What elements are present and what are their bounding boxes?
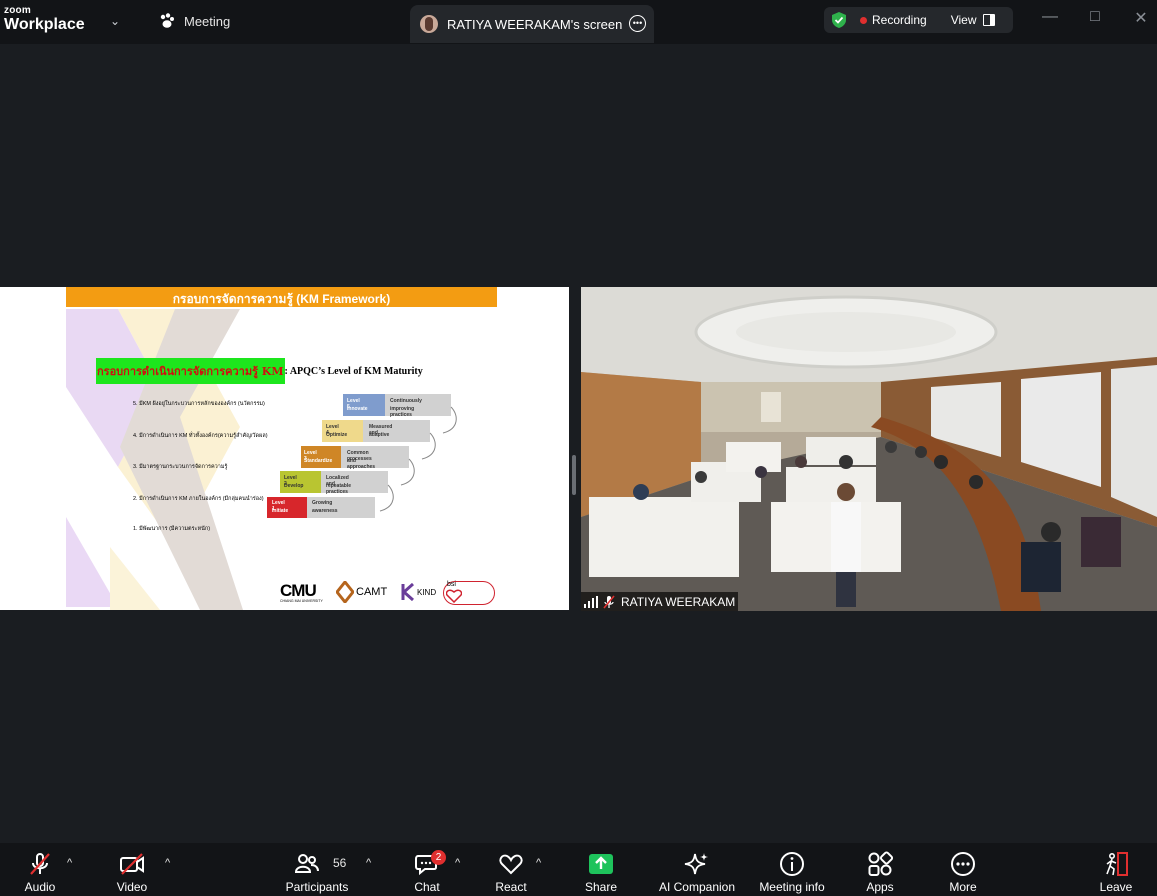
ai-companion-button[interactable]: AI Companion xyxy=(656,843,738,896)
kind-logo-text: KIND xyxy=(417,587,437,597)
bsi-logo: bsi xyxy=(443,581,495,605)
apps-button[interactable]: Apps xyxy=(857,843,903,896)
brand-top: zoom xyxy=(4,5,31,16)
shield-check-icon xyxy=(832,12,846,28)
split-resize-handle[interactable] xyxy=(572,455,576,495)
react-label: React xyxy=(495,880,527,894)
heart-icon xyxy=(499,854,523,875)
muted-mic-icon xyxy=(603,594,615,609)
participants-paw-icon xyxy=(160,13,174,28)
more-options-icon[interactable]: ••• xyxy=(629,15,646,32)
participant-name: RATIYA WEERAKAM xyxy=(621,594,736,609)
video-off-icon xyxy=(120,853,144,875)
audio-options-chevron-icon[interactable]: ^ xyxy=(67,857,72,869)
chat-label: Chat xyxy=(414,880,440,894)
meeting-toolbar: Audio ^ Video ^ Participants 56 ^ Chat 2… xyxy=(0,843,1157,896)
more-button[interactable]: More xyxy=(940,843,986,896)
meeting-info-button[interactable]: Meeting info xyxy=(755,843,829,896)
participant-video xyxy=(581,287,1157,611)
bsi-heart-icon xyxy=(446,589,462,603)
cmu-logo-sub: CHIANG MAI UNIVERSITY xyxy=(280,599,323,603)
muted-mic-icon xyxy=(30,853,50,875)
bsi-logo-text: bsi xyxy=(447,581,456,588)
more-icon xyxy=(951,852,975,876)
ai-companion-label: AI Companion xyxy=(658,880,736,894)
video-label: Video xyxy=(116,880,148,894)
tab-meeting[interactable]: Meeting xyxy=(158,12,230,30)
avatar xyxy=(420,15,438,33)
video-button[interactable]: Video xyxy=(107,843,157,896)
meeting-info-label: Meeting info xyxy=(759,880,825,894)
recording-dot xyxy=(860,16,867,24)
share-button[interactable]: Share xyxy=(578,843,624,896)
audio-button[interactable]: Audio xyxy=(15,843,65,896)
tab-meeting-label: Meeting xyxy=(184,13,231,29)
title-bar: zoom Workplace ⌄ Meeting RATIYA WEERAKAM… xyxy=(0,0,1157,44)
react-options-chevron-icon[interactable]: ^ xyxy=(536,857,541,869)
leave-button[interactable]: Leave xyxy=(1093,843,1139,896)
kind-mark-icon xyxy=(401,583,414,601)
cmu-logo-text: CMU xyxy=(280,581,317,600)
maximize-icon[interactable]: □ xyxy=(1084,8,1106,26)
chat-options-chevron-icon[interactable]: ^ xyxy=(455,857,460,869)
info-icon xyxy=(780,852,804,876)
participants-options-chevron-icon[interactable]: ^ xyxy=(366,857,371,869)
shared-screen-slide: กรอบการจัดการความรู้ (KM Framework) กรอบ… xyxy=(0,287,569,610)
tab-shared-screen-label: RATIYA WEERAKAM's screen xyxy=(447,16,623,32)
minimize-icon[interactable]: — xyxy=(1039,8,1061,26)
chevron-down-icon[interactable]: ⌄ xyxy=(110,14,120,28)
kind-logo: KIND xyxy=(401,583,436,601)
view-layout-icon[interactable] xyxy=(982,14,995,26)
participants-count: 56 xyxy=(333,856,347,870)
chat-unread-badge: 2 xyxy=(431,850,446,865)
camt-mark-icon xyxy=(336,581,354,603)
participants-label: Participants xyxy=(285,880,349,894)
view-button[interactable]: View xyxy=(951,13,977,27)
more-label: More xyxy=(949,880,977,894)
apps-label: Apps xyxy=(866,880,894,894)
participant-name-tag: RATIYA WEERAKAM xyxy=(581,592,738,611)
share-label: Share xyxy=(584,880,618,894)
recording-status[interactable]: Recording View xyxy=(824,7,1013,33)
close-icon[interactable]: ✕ xyxy=(1130,8,1152,28)
camt-logo: CAMT xyxy=(336,581,387,603)
classroom-video-image xyxy=(581,287,1157,611)
recording-label: Recording xyxy=(872,13,927,27)
cmu-logo: CMU CHIANG MAI UNIVERSITY xyxy=(280,581,323,603)
leave-label: Leave xyxy=(1099,880,1133,894)
video-options-chevron-icon[interactable]: ^ xyxy=(165,857,170,869)
camt-logo-text: CAMT xyxy=(356,586,388,598)
maturity-arrows xyxy=(379,406,457,512)
leave-door-icon xyxy=(1106,852,1128,876)
participants-icon xyxy=(294,854,319,873)
share-screen-icon xyxy=(589,854,613,874)
tab-shared-screen[interactable]: RATIYA WEERAKAM's screen ••• xyxy=(410,5,654,43)
signal-strength-icon xyxy=(584,595,598,608)
audio-label: Audio xyxy=(24,880,56,894)
react-button[interactable]: React xyxy=(488,843,534,896)
ai-sparkle-icon xyxy=(684,853,708,875)
brand-name: Workplace xyxy=(4,16,85,33)
zoom-workplace-logo[interactable]: zoom Workplace xyxy=(4,6,85,33)
apps-icon xyxy=(868,851,893,876)
